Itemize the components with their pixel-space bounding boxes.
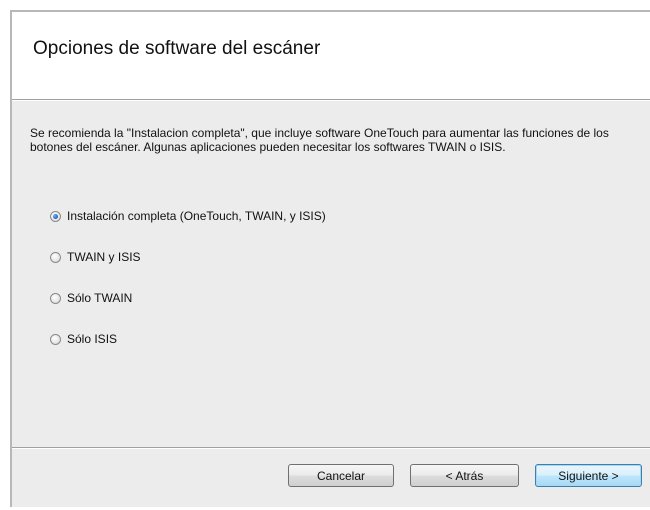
option-full-install[interactable]: Instalación completa (OneTouch, TWAIN, y… [50,208,326,224]
radio-button[interactable] [50,251,61,263]
option-twain-isis[interactable]: TWAIN y ISIS [50,249,141,265]
option-label: Sólo ISIS [67,332,118,346]
footer-divider-highlight [12,448,650,449]
next-button[interactable]: Siguiente > [535,464,642,487]
description-text: Se recomienda la "Instalacion completa",… [30,126,609,154]
option-isis-only[interactable]: Sólo ISIS [50,331,117,347]
header-divider-highlight [12,100,650,101]
radio-button[interactable] [50,292,61,304]
option-twain-only[interactable]: Sólo TWAIN [50,290,132,306]
back-button[interactable]: < Atrás [410,464,519,487]
radio-button[interactable] [50,333,61,345]
option-label: Sólo TWAIN [67,291,133,305]
option-label: Instalación completa (OneTouch, TWAIN, y… [67,209,326,223]
installer-dialog: Opciones de software del escáner Se reco… [10,10,650,507]
cancel-button[interactable]: Cancelar [288,464,394,487]
option-label: TWAIN y ISIS [67,250,141,264]
dialog-title: Opciones de software del escáner [33,38,321,59]
radio-button-selected[interactable] [50,210,61,222]
dialog-header: Opciones de software del escáner [12,12,650,99]
